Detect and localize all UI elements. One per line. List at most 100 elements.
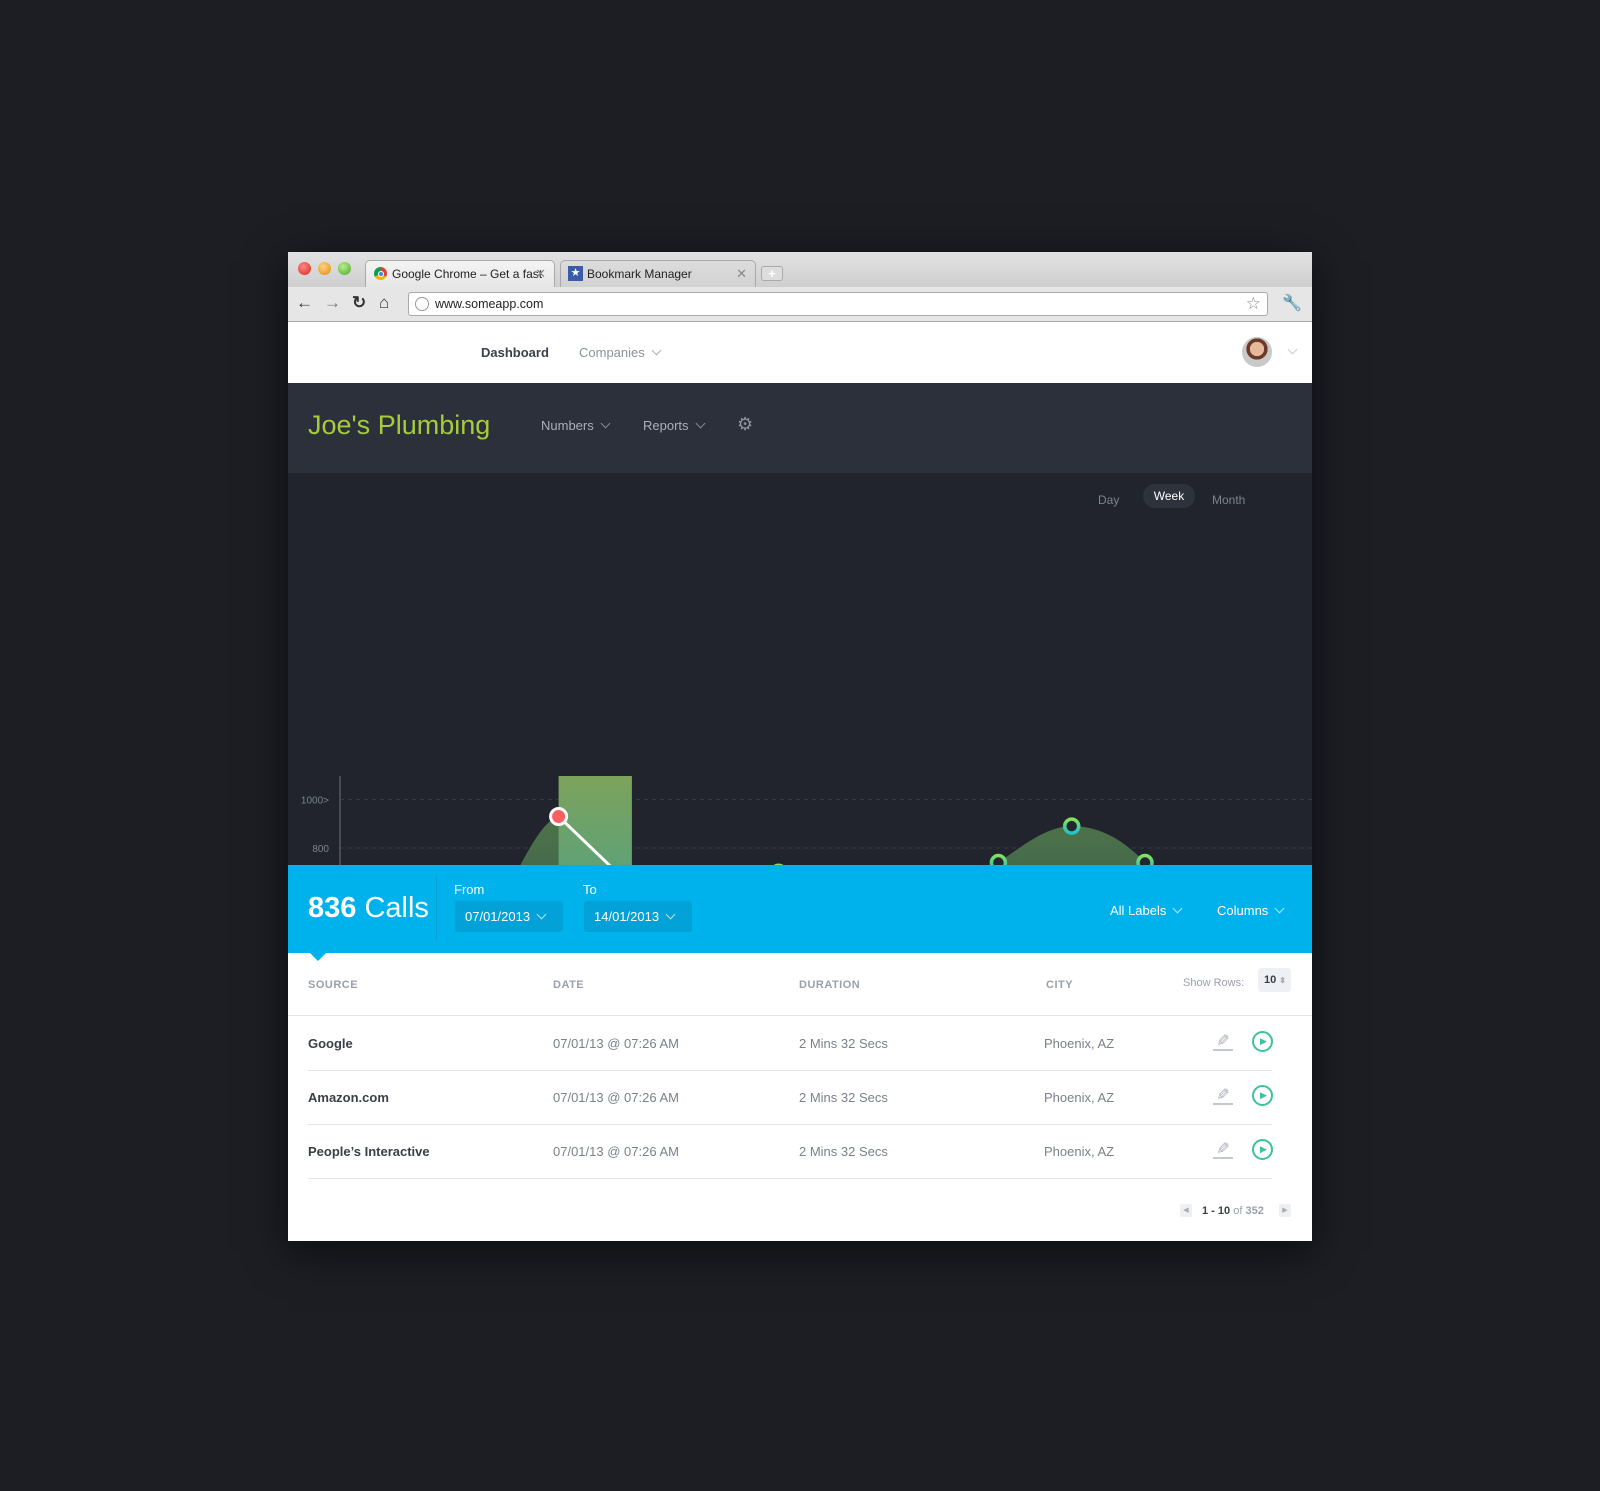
app-navbar: Dashboard Companies [288,322,1312,383]
columns-text: Columns [1217,903,1269,918]
zoom-window-button[interactable] [338,262,351,275]
minimize-window-button[interactable] [318,262,331,275]
from-date-dropdown[interactable]: 07/01/2013 [455,901,563,932]
show-rows-label: Show Rows: [1183,977,1245,989]
data-point[interactable] [989,853,1008,865]
cell-duration: 2 Mins 32 Secs [799,1144,888,1159]
account-menu-chevron[interactable] [1281,343,1298,361]
calls-count: 836 Calls [308,892,429,925]
col-header-duration[interactable]: DURATION [799,979,860,991]
pagination-total: 352 [1245,1205,1264,1217]
reload-icon[interactable]: ↻ [352,293,366,313]
pagination-info: 1 - 10 of 352 [1202,1205,1264,1217]
pagination-range: 1 - 10 [1202,1205,1231,1217]
calls-chart: Day Week Month <502004006008001000>836CA… [288,473,1312,865]
edit-pencil-icon[interactable]: ✎ [1213,1031,1233,1051]
home-icon[interactable]: ⌂ [379,293,389,313]
table-row[interactable]: Google 07/01/13 @ 07:26 AM 2 Mins 32 Sec… [308,1016,1273,1071]
back-icon[interactable]: ← [296,293,313,313]
close-tab-icon[interactable]: ✕ [736,266,747,282]
play-recording-icon[interactable]: ▶ [1252,1139,1273,1160]
chart-plot: <502004006008001000>836CALLSJANFEBMARAPR… [301,776,1312,865]
company-name: Joe's Plumbing [308,410,491,440]
company-header: Joe's Plumbing Numbers Reports ⚙ [288,383,1312,473]
new-tab-button[interactable]: + [761,266,783,281]
nav-dashboard[interactable]: Dashboard [481,345,549,360]
cell-city: Phoenix, AZ [1044,1090,1115,1105]
data-point-highlighted[interactable] [549,806,569,826]
area-series [520,816,1148,865]
nav-companies-label: Companies [579,345,645,360]
pointer-caret [310,953,326,961]
to-date-value: 14/01/2013 [594,909,660,924]
edit-pencil-icon[interactable]: ✎ [1213,1085,1233,1105]
cell-source: Google [308,1036,353,1051]
wrench-icon[interactable]: 🔧 [1282,293,1302,313]
chevron-down-icon [600,418,611,429]
show-rows-value: 10 [1264,974,1277,986]
reports-label: Reports [643,418,689,433]
calls-summary-bar: 836 Calls From 07/01/2013 To 14/01/2013 … [288,865,1312,953]
col-header-city[interactable]: CITY [1046,979,1073,991]
chevron-down-icon [1172,903,1183,914]
browser-toolbar: ← → ↻ ⌂ www.someapp.com ☆ 🔧 [288,287,1312,322]
cell-source: People’s Interactive [308,1144,430,1159]
play-recording-icon[interactable]: ▶ [1252,1031,1273,1052]
data-point[interactable] [1136,853,1154,865]
y-tick-label: 800 [312,844,329,855]
columns-dropdown[interactable]: Columns [1217,903,1285,918]
tab-bookmark-manager[interactable]: ★ Bookmark Manager ✕ [560,260,756,287]
address-bar[interactable]: www.someapp.com ☆ [408,292,1268,316]
chevron-down-icon [1274,903,1285,914]
reports-menu[interactable]: Reports [643,418,705,433]
bookmark-star-icon[interactable]: ☆ [1246,294,1261,314]
numbers-label: Numbers [541,418,594,433]
bookmark-star-icon: ★ [568,266,583,281]
url-text: www.someapp.com [435,297,544,311]
chrome-icon [374,267,387,280]
cell-date: 07/01/13 @ 07:26 AM [553,1144,679,1159]
globe-icon [415,297,429,311]
play-recording-icon[interactable]: ▶ [1252,1085,1273,1106]
prev-page-button[interactable]: ◀ [1180,1204,1192,1217]
to-label: To [583,882,597,897]
gear-icon[interactable]: ⚙ [737,414,753,435]
chevron-down-icon [1287,344,1298,355]
chevron-down-icon [651,345,662,356]
cell-duration: 2 Mins 32 Secs [799,1090,888,1105]
all-labels-dropdown[interactable]: All Labels [1110,903,1183,918]
cell-city: Phoenix, AZ [1044,1036,1115,1051]
browser-window: Google Chrome – Get a fast ✕ ★ Bookmark … [288,252,1312,1241]
col-header-date[interactable]: DATE [553,979,584,991]
close-tab-icon[interactable]: ✕ [535,266,546,282]
numbers-menu[interactable]: Numbers [541,418,611,433]
chevron-down-icon [536,909,547,920]
close-window-button[interactable] [298,262,311,275]
from-date-value: 07/01/2013 [465,909,531,924]
show-rows-select[interactable]: 10 ⬍ [1258,968,1291,992]
edit-pencil-icon[interactable]: ✎ [1213,1139,1233,1159]
table-row[interactable]: Amazon.com 07/01/13 @ 07:26 AM 2 Mins 32… [308,1070,1273,1125]
next-page-button[interactable]: ▶ [1279,1204,1291,1217]
stepper-icon: ⬍ [1279,976,1286,985]
tab-bar: Google Chrome – Get a fast ✕ ★ Bookmark … [288,252,1312,287]
all-labels-text: All Labels [1110,903,1167,918]
cell-city: Phoenix, AZ [1044,1144,1115,1159]
cell-date: 07/01/13 @ 07:26 AM [553,1036,679,1051]
chevron-down-icon [695,418,705,429]
user-avatar[interactable] [1242,337,1272,367]
y-tick-label: 1000> [301,796,329,807]
chevron-down-icon [665,909,676,920]
data-point[interactable] [1062,817,1081,835]
calls-count-number: 836 [308,892,357,924]
nav-companies[interactable]: Companies [579,345,662,360]
from-label: From [454,882,485,897]
to-date-dropdown[interactable]: 14/01/2013 [584,901,692,932]
tab-title: Bookmark Manager [587,267,692,281]
col-header-source[interactable]: SOURCE [308,979,358,991]
divider [436,875,437,941]
tab-title: Google Chrome – Get a fast [392,267,543,281]
table-row[interactable]: People’s Interactive 07/01/13 @ 07:26 AM… [308,1124,1273,1179]
forward-icon[interactable]: → [324,293,341,313]
tab-chrome[interactable]: Google Chrome – Get a fast ✕ [365,260,555,287]
